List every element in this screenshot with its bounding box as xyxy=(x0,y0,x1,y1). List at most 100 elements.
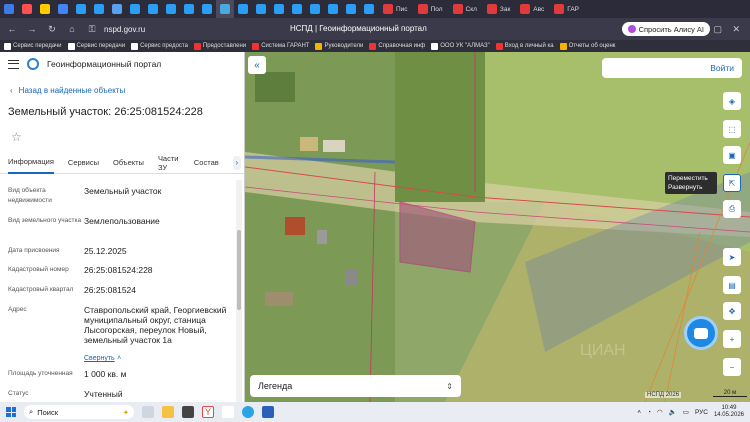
tab-page[interactable] xyxy=(180,0,198,18)
task-view-icon[interactable] xyxy=(142,406,154,418)
tab-page[interactable] xyxy=(72,0,90,18)
word-icon[interactable] xyxy=(262,406,274,418)
tab-services[interactable]: Сервисы xyxy=(68,152,99,174)
tab-page[interactable] xyxy=(126,0,144,18)
reload-icon[interactable]: ↻ xyxy=(46,24,58,35)
home-icon[interactable]: ⌂ xyxy=(66,24,78,34)
tab-page[interactable] xyxy=(234,0,252,18)
blank-icon[interactable] xyxy=(222,406,234,418)
zoom-in-icon[interactable]: + xyxy=(723,330,741,348)
select-area-icon[interactable]: ⬚ xyxy=(723,120,741,138)
page-icon xyxy=(22,4,32,14)
language-indicator[interactable]: РУС xyxy=(695,409,708,416)
tab-page[interactable] xyxy=(252,0,270,18)
bookmark-item[interactable]: Сервис передачи xyxy=(4,42,62,50)
windows-start-icon[interactable] xyxy=(6,407,16,417)
scrollbar-thumb[interactable] xyxy=(237,230,241,310)
locate-icon[interactable]: ➤ xyxy=(723,248,741,266)
tab-titled[interactable]: Зак xyxy=(482,0,515,18)
tab-page[interactable] xyxy=(144,0,162,18)
map-layer-switch-icon[interactable]: ▤ xyxy=(723,276,741,294)
network-icon[interactable]: ◔ xyxy=(647,409,651,416)
attribute-value: Ставропольский край, Георгиевский муници… xyxy=(84,305,227,345)
tab-mail[interactable] xyxy=(0,0,18,18)
tab-composition[interactable]: Состав xyxy=(194,152,219,174)
cian-watermark: ЦИАН xyxy=(580,342,626,359)
tab-page[interactable] xyxy=(342,0,360,18)
bookmark-item[interactable]: Сервис передачи xyxy=(67,42,125,50)
back-arrow-icon[interactable]: ← xyxy=(6,24,18,34)
bookmark-icon xyxy=(67,42,75,50)
login-button[interactable]: Войти xyxy=(602,58,742,78)
tab-titled[interactable]: Пис xyxy=(378,0,413,18)
tab-titled[interactable]: Скл xyxy=(448,0,482,18)
tab-titled[interactable]: Пол xyxy=(413,0,448,18)
edge-icon[interactable] xyxy=(242,406,254,418)
tabs-next-chevron-icon[interactable]: › xyxy=(232,155,241,170)
bookmark-item[interactable]: Предоставлени xyxy=(193,42,246,50)
tab-nav-back[interactable] xyxy=(18,0,36,18)
collapse-address-link[interactable]: Свернуть xyxy=(84,355,115,362)
clock[interactable]: 10:49 14.05.2026 xyxy=(714,405,744,419)
back-label: Назад в найденные объекты xyxy=(18,86,126,95)
tab-page[interactable] xyxy=(306,0,324,18)
menu-icon[interactable] xyxy=(8,59,19,69)
app-icon[interactable] xyxy=(182,406,194,418)
attribute-key: Вид земельного участка xyxy=(8,217,82,224)
tab-parts[interactable]: Части ЗУ xyxy=(158,152,180,174)
measure-icon[interactable]: ▣ xyxy=(723,146,741,164)
chat-button[interactable] xyxy=(684,316,718,350)
url-field[interactable]: ⚿ nspd.gov.ru xyxy=(86,24,146,35)
tab-titled[interactable]: ГАР xyxy=(549,0,584,18)
tab-yandex[interactable] xyxy=(36,0,54,18)
tab-page[interactable] xyxy=(324,0,342,18)
tab-information[interactable]: Информация xyxy=(8,152,54,174)
compass-icon[interactable]: ✥ xyxy=(723,302,741,320)
tab-page[interactable] xyxy=(270,0,288,18)
tab-page[interactable] xyxy=(162,0,180,18)
tab-page[interactable] xyxy=(108,0,126,18)
tab-google[interactable] xyxy=(54,0,72,18)
speaker-icon[interactable]: 🔈 xyxy=(669,408,677,416)
layers-icon[interactable]: ◈ xyxy=(723,92,741,110)
bookmark-item[interactable]: ООО УК "АЛМАЗ" xyxy=(431,42,490,50)
bookmark-icon xyxy=(495,42,503,50)
clock-date: 14.05.2026 xyxy=(713,412,744,418)
tab-page[interactable] xyxy=(288,0,306,18)
zoom-out-icon[interactable]: − xyxy=(723,358,741,376)
bookmark-item[interactable]: Руководители xyxy=(315,42,363,50)
favorite-star-icon[interactable]: ☆ xyxy=(11,130,22,144)
bookmark-item[interactable]: Справочная инф xyxy=(369,42,425,50)
wifi-icon[interactable]: ◠ xyxy=(657,408,663,416)
attribute-key: Адрес xyxy=(8,306,27,313)
tab-page[interactable] xyxy=(90,0,108,18)
print-icon[interactable]: ⎙ xyxy=(723,200,741,218)
bookmark-item[interactable]: Сервис предоста xyxy=(131,42,188,50)
chevron-up-icon[interactable]: ˄ xyxy=(637,409,641,416)
bookmark-item[interactable]: Отчеты об оценк xyxy=(559,42,615,50)
legend-dropdown[interactable]: Легенда ⇕ xyxy=(250,375,461,397)
tab-titled[interactable]: Авс xyxy=(515,0,549,18)
tab-page[interactable] xyxy=(360,0,378,18)
tab-objects[interactable]: Объекты xyxy=(113,152,144,174)
map-view[interactable]: ЦИАН « Войти ◈ ⬚ ▣ ⇱ ⎙ ➤ ▤ ✥ + − Перемес… xyxy=(245,52,750,402)
page-icon xyxy=(383,4,393,14)
panel-scrollbar[interactable] xyxy=(236,180,242,402)
back-to-results-link[interactable]: ‹ Назад в найденные объекты xyxy=(10,86,125,95)
bookmark-item[interactable]: Вход в личный ка xyxy=(495,42,554,50)
collapse-panel-button[interactable]: « xyxy=(248,56,266,74)
attribute-value: 1 000 кв. м xyxy=(84,369,127,379)
forward-arrow-icon[interactable]: → xyxy=(26,24,38,34)
attribute-value: Землепользование xyxy=(84,216,160,226)
taskbar-search[interactable]: ⌕ Поиск ✦ xyxy=(24,405,134,419)
battery-icon[interactable]: ▭ xyxy=(683,408,689,416)
file-explorer-icon[interactable] xyxy=(162,406,174,418)
move-expand-icon[interactable]: ⇱ xyxy=(723,174,741,192)
attribute-value: 25.12.2025 xyxy=(84,246,127,256)
ask-alice-button[interactable]: Спросить Алису AI xyxy=(621,22,710,36)
tab-nspd-active[interactable] xyxy=(216,0,234,18)
bookmark-item[interactable]: Система ГАРАНТ xyxy=(252,42,309,50)
tab-page[interactable] xyxy=(198,0,216,18)
window-controls[interactable]: – ▢ ✕ xyxy=(698,24,744,35)
yandex-browser-icon[interactable]: Y xyxy=(202,406,214,418)
